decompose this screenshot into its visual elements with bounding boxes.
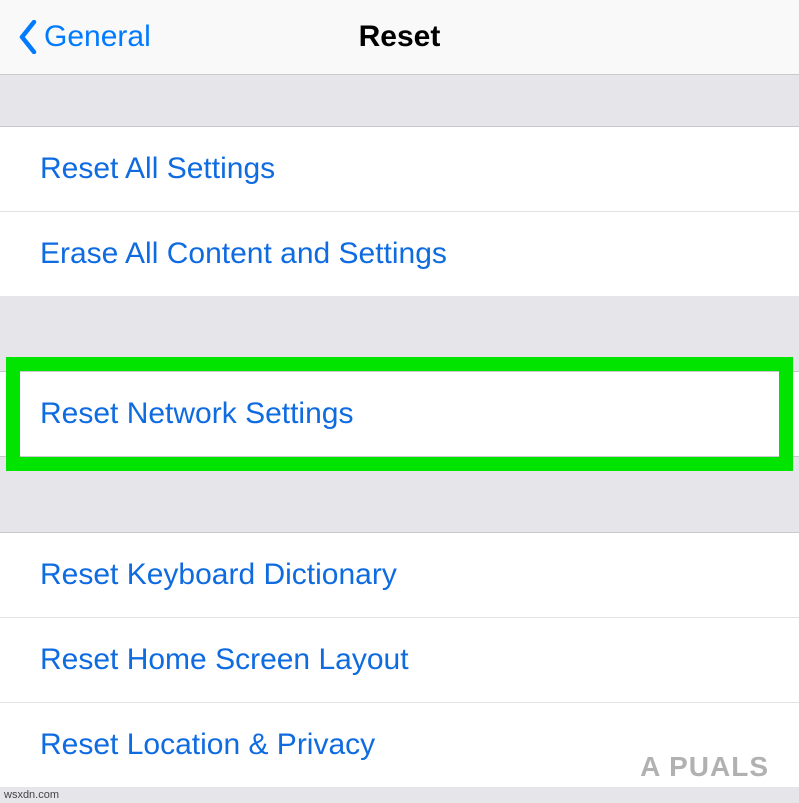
- highlighted-section: Reset Network Settings: [0, 371, 799, 457]
- source-label: wsxdn.com: [4, 789, 59, 801]
- navigation-bar: General Reset: [0, 0, 799, 75]
- settings-group: Reset All Settings Erase All Content and…: [0, 127, 799, 296]
- settings-group: Reset Keyboard Dictionary Reset Home Scr…: [0, 532, 799, 787]
- section-spacer: [0, 457, 799, 532]
- chevron-left-icon: [18, 20, 38, 54]
- section-spacer: [0, 75, 799, 127]
- back-label: General: [44, 20, 151, 54]
- settings-group: Reset Network Settings: [0, 371, 799, 457]
- reset-all-settings-row[interactable]: Reset All Settings: [0, 127, 799, 212]
- reset-keyboard-dictionary-row[interactable]: Reset Keyboard Dictionary: [0, 533, 799, 618]
- back-button[interactable]: General: [0, 20, 151, 54]
- page-title: Reset: [359, 20, 441, 54]
- erase-all-content-row[interactable]: Erase All Content and Settings: [0, 212, 799, 296]
- section-spacer: [0, 296, 799, 371]
- reset-network-settings-row[interactable]: Reset Network Settings: [0, 372, 799, 456]
- reset-location-privacy-row[interactable]: Reset Location & Privacy: [0, 703, 799, 787]
- reset-home-screen-layout-row[interactable]: Reset Home Screen Layout: [0, 618, 799, 703]
